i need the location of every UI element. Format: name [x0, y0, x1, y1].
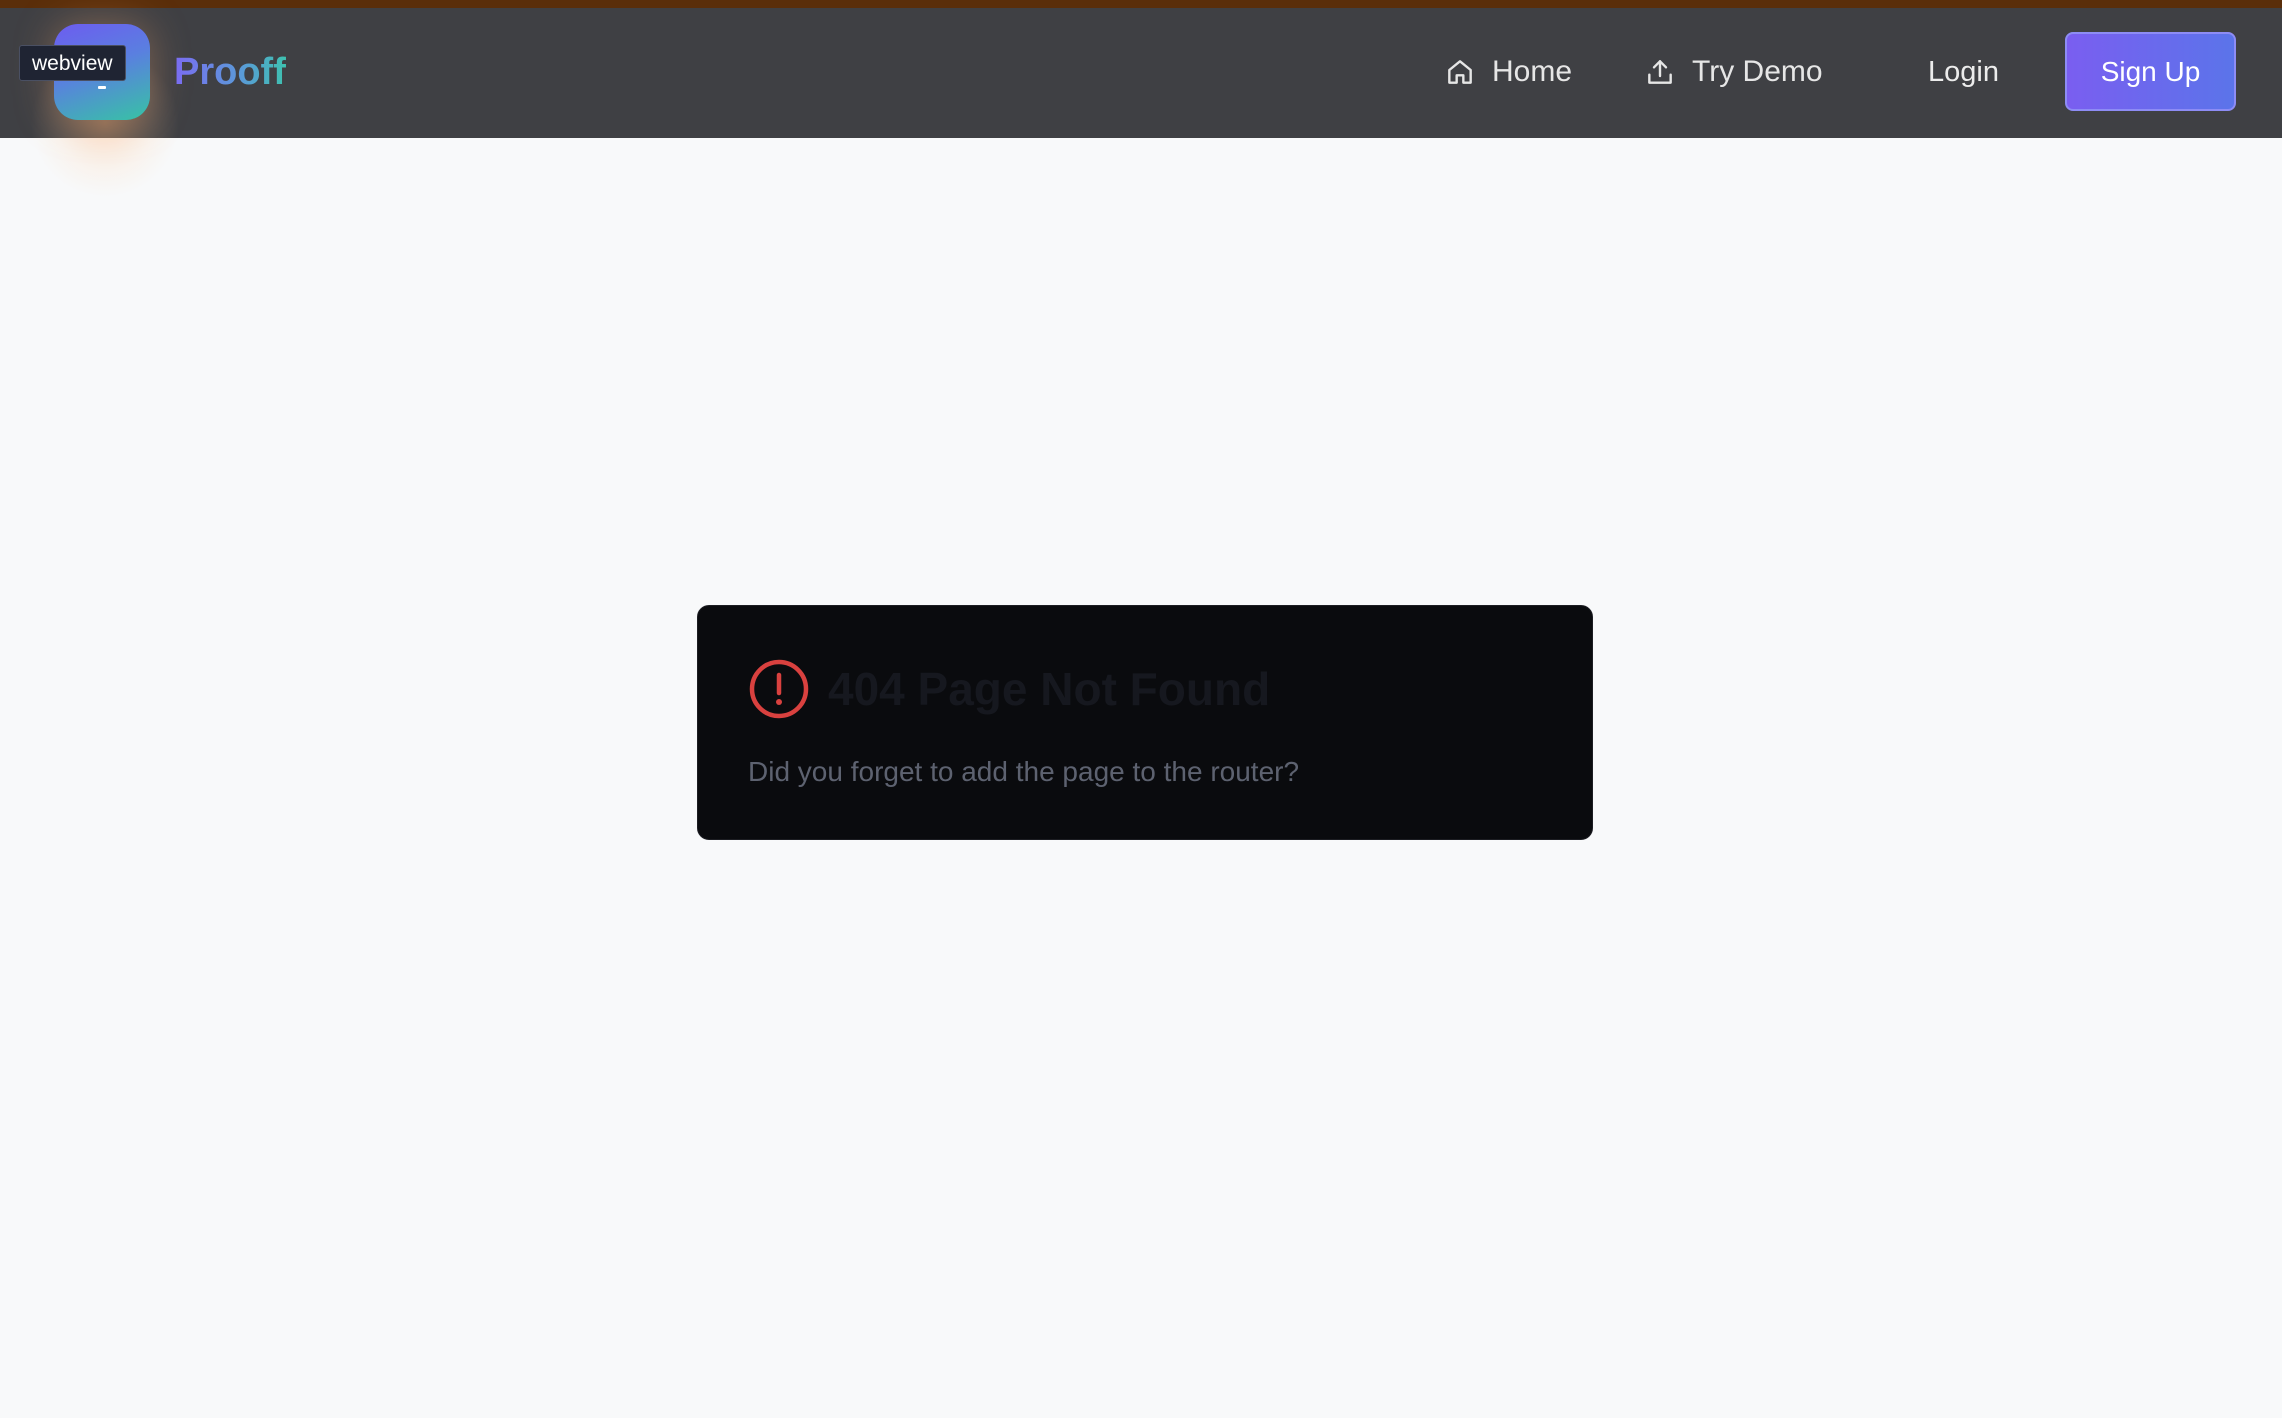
nav-try-demo-link[interactable]: Try Demo: [1644, 50, 1823, 94]
alert-circle-icon: [748, 658, 810, 720]
login-link[interactable]: Login: [1928, 50, 1999, 94]
navbar: webview Prooff Home Try Demo Login Sign …: [0, 8, 2282, 198]
upload-icon: [1644, 56, 1676, 88]
home-icon: [1444, 56, 1476, 88]
top-accent-strip: [0, 0, 2282, 8]
brand-name[interactable]: Prooff: [174, 48, 286, 96]
sign-up-button[interactable]: Sign Up: [2065, 32, 2236, 111]
error-description: Did you forget to add the page to the ro…: [748, 756, 1300, 787]
error-card: 404 Page Not Found Did you forget to add…: [697, 605, 1593, 840]
webview-badge: webview: [19, 45, 126, 81]
logo-mark: [98, 86, 106, 89]
nav-try-demo-label: Try Demo: [1692, 55, 1823, 88]
error-title: 404 Page Not Found: [828, 663, 1271, 715]
nav-home-link[interactable]: Home: [1444, 50, 1572, 94]
nav-home-label: Home: [1492, 55, 1573, 88]
